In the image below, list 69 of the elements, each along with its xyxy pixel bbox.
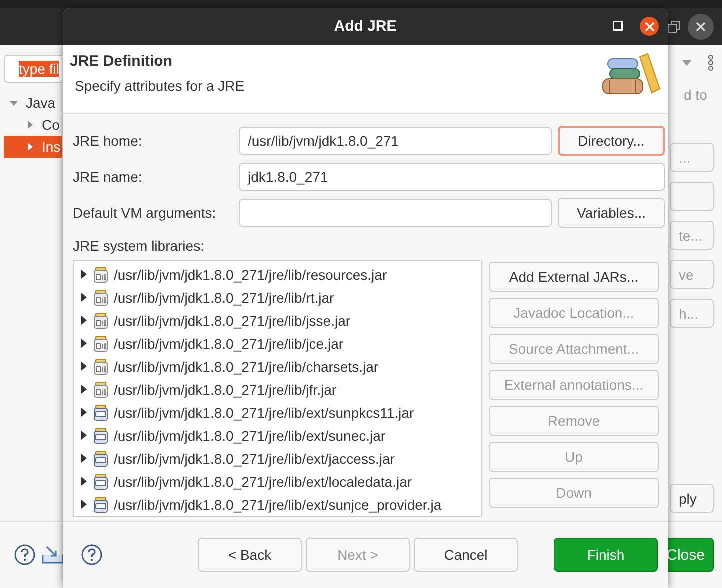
browse-button[interactable]: Directory... (558, 126, 665, 156)
text-field[interactable]: jdk1.8.0_271 (239, 163, 665, 191)
library-path[interactable]: /usr/lib/jvm/jdk1.8.0_271/jre/lib/rt.jar (114, 290, 334, 306)
jar-icon (93, 312, 109, 328)
library-path[interactable]: /usr/lib/jvm/jdk1.8.0_271/jre/lib/jsse.jar (114, 312, 351, 328)
more-options-icon[interactable] (708, 55, 714, 71)
library-path[interactable]: /usr/lib/jvm/jdk1.8.0_271/jre/lib/ext/sunpkcs11.jar (114, 404, 414, 420)
jar-icon (93, 358, 109, 374)
library-path[interactable]: /usr/lib/jvm/jdk1.8.0_271/jre/lib/ext/sunjce_provider.ja (114, 496, 442, 512)
jar-icon (93, 266, 109, 282)
jar-icon (93, 496, 109, 512)
library-path[interactable]: /usr/lib/jvm/jdk1.8.0_271/jre/lib/resources.jar (114, 266, 388, 282)
window-title: Add JRE (334, 18, 397, 35)
text-field[interactable]: /usr/lib/jvm/jdk1.8.0_271 (239, 127, 552, 155)
page-description: Specify attributes for a JRE (75, 78, 245, 94)
expand-caret-icon[interactable] (80, 431, 88, 440)
footer-button[interactable]: < Back (198, 538, 302, 572)
expand-caret-icon[interactable] (80, 454, 88, 463)
tree-item[interactable]: Ins (4, 136, 62, 158)
expand-caret-icon[interactable] (80, 385, 88, 394)
description-text: d to (684, 87, 708, 103)
expand-caret-icon[interactable] (80, 316, 88, 325)
collapsed-caret-icon[interactable] (26, 143, 34, 151)
field-label: JRE name: (73, 169, 144, 185)
close-icon (696, 22, 706, 32)
field-label: Default VM arguments: (73, 205, 218, 221)
jar-icon (93, 428, 109, 444)
import-icon[interactable] (42, 545, 64, 565)
library-path[interactable]: /usr/lib/jvm/jdk1.8.0_271/jre/lib/charsets.jar (114, 358, 379, 374)
jar-icon (93, 290, 109, 306)
tree-item[interactable]: Co (0, 114, 62, 136)
jar-icon (93, 474, 109, 490)
jar-icon (93, 336, 109, 352)
library-button[interactable]: Add External JARs... (489, 262, 659, 292)
tree-item[interactable]: Java (0, 92, 62, 114)
expand-caret-icon[interactable] (80, 362, 88, 371)
expand-caret-icon[interactable] (80, 408, 88, 417)
library-path[interactable]: /usr/lib/jvm/jdk1.8.0_271/jre/lib/ext/jaccess.jar (114, 450, 395, 466)
field-label: JRE home: (73, 133, 144, 149)
text-field[interactable] (239, 199, 552, 227)
apply-button[interactable]: ply (670, 484, 714, 513)
expand-caret-icon[interactable] (80, 270, 88, 279)
expand-caret-icon[interactable] (80, 339, 88, 348)
jar-icon (93, 382, 109, 398)
expand-caret-icon[interactable] (80, 477, 88, 486)
help-icon[interactable] (81, 544, 103, 566)
close-button[interactable] (640, 17, 659, 36)
section-label: JRE system libraries: (73, 238, 206, 254)
library-path[interactable]: /usr/lib/jvm/jdk1.8.0_271/jre/lib/jce.jar (114, 336, 344, 352)
restore-icon[interactable] (668, 20, 680, 32)
dropdown-arrow-icon[interactable] (682, 60, 692, 66)
maximize-icon[interactable] (613, 21, 623, 31)
expanded-caret-icon[interactable] (10, 99, 18, 107)
browse-button[interactable]: Variables... (558, 198, 665, 228)
close-icon (644, 22, 654, 32)
expand-caret-icon[interactable] (80, 500, 88, 509)
collapsed-caret-icon[interactable] (26, 121, 34, 129)
filter-field[interactable]: type fil (4, 55, 62, 83)
page-title: JRE Definition (70, 53, 174, 70)
close-button[interactable] (688, 14, 714, 40)
footer-button[interactable]: Cancel (414, 538, 518, 572)
library-path[interactable]: /usr/lib/jvm/jdk1.8.0_271/jre/lib/ext/localedata.jar (114, 474, 412, 490)
expand-caret-icon[interactable] (80, 293, 88, 302)
jar-icon (93, 450, 109, 466)
library-path[interactable]: /usr/lib/jvm/jdk1.8.0_271/jre/lib/ext/sunec.jar (114, 428, 386, 444)
library-path[interactable]: /usr/lib/jvm/jdk1.8.0_271/jre/lib/jfr.jar (114, 382, 337, 398)
jar-icon (93, 404, 109, 420)
help-icon[interactable] (14, 544, 36, 566)
filter-text: type fil (19, 61, 60, 77)
